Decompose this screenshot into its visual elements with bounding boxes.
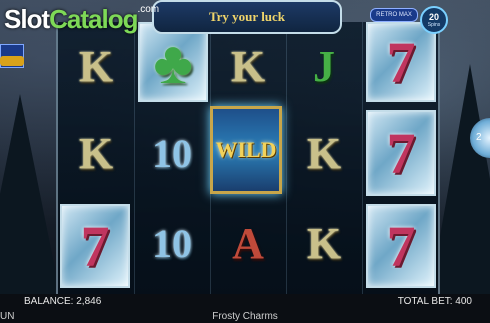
symbol-seven: 7 [366,204,436,288]
total-bet-label: TOTAL BET: 400 [397,296,472,307]
side-bonus-button[interactable] [0,56,24,66]
symbol-k: K [78,41,114,91]
game-title: Frosty Charms [212,311,278,322]
pine-tree [0,94,60,294]
retro-mode-button[interactable]: RETRO MAX [370,8,418,22]
reel-2: ♣ 10 10 [134,22,211,294]
symbol-k: K [306,218,342,268]
banner-text: Try your luck [208,9,286,24]
try-your-luck-banner: Try your luck [152,0,342,34]
symbol-ten: 10 [152,220,192,266]
slotcatalog-watermark: SlotCatalog.com [4,4,160,34]
reel-5: 7 7 7 [362,22,438,294]
orb-label: 2 [476,132,482,143]
symbol-a: A [232,218,264,268]
reel-4: J K K [286,22,363,294]
symbol-seven: 7 [60,204,130,288]
reel-1: K K 7 [58,22,135,294]
symbol-k: K [306,128,342,178]
symbol-k: K [78,128,114,178]
status-bar: BALANCE: 2,846 TOTAL BET: 400 UN Frosty … [0,294,490,323]
free-spins-badge[interactable]: 20 Spins [420,6,448,34]
reel-grid: K K 7 ♣ 10 10 K WILD A J K K 7 7 7 [56,22,440,294]
balance-label: BALANCE: 2,846 [24,296,102,307]
symbol-seven: 7 [366,22,436,102]
symbol-k: K [230,41,266,91]
symbol-wild: WILD [210,106,282,194]
reel-3: K WILD A [210,22,287,294]
symbol-seven: 7 [366,110,436,196]
symbol-ten: 10 [152,130,192,176]
symbol-j: J [313,41,335,91]
